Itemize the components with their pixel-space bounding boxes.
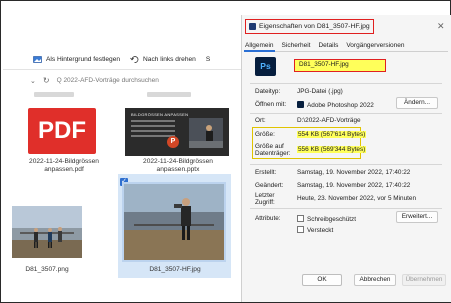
toolbar-divider	[3, 69, 241, 70]
partial-thumbnail	[34, 92, 74, 97]
search-text: Q 2022-AFD-Vorträge durchsuchen	[56, 77, 159, 84]
pptx-file-label[interactable]: 2022-11-24-Bildgrössen anpassen.pptx	[124, 158, 232, 174]
checkbox-icon[interactable]	[297, 215, 304, 222]
tab-vorgaengerversionen[interactable]: Vorgängerversionen	[345, 41, 405, 52]
oeffnen-app-name: Adobe Photoshop 2022	[307, 102, 374, 109]
groesse-auf-label: Größe auf Datenträger:	[255, 143, 291, 157]
toolbar-overflow-label: S	[205, 55, 211, 63]
jpg-thumbnail[interactable]	[122, 182, 226, 262]
geaendert-label: Geändert:	[255, 182, 284, 189]
powerpoint-logo-icon: P	[167, 136, 179, 148]
apply-button[interactable]: Übernehmen	[402, 274, 446, 286]
rotate-left-button[interactable]: Nach links drehen	[130, 56, 196, 63]
jpg-file-label[interactable]: D81_3507-HF.jpg	[122, 266, 228, 274]
groesse-value: 554 KB (567'614 Bytes)	[297, 131, 367, 138]
pdf-file-label[interactable]: 2022-11-24-Bildgrössen anpassen.pdf	[16, 158, 112, 174]
zugriff-value: Heute, 23. November 2022, vor 5 Minuten	[297, 195, 417, 202]
pptx-thumb-title: BILDGRÖSSEN ANPASSEN	[131, 112, 189, 117]
photoshop-small-icon	[297, 101, 304, 108]
ort-label: Ort:	[255, 117, 266, 124]
groesse-value-text: 554 KB (567'614 Bytes)	[297, 131, 367, 138]
cancel-button[interactable]: Abbrechen	[354, 274, 396, 286]
attribute-label: Attribute:	[255, 215, 281, 222]
wallpaper-icon	[33, 55, 42, 63]
tab-sicherheit[interactable]: Sicherheit	[281, 41, 312, 52]
pdf-thumbnail[interactable]: PDF	[28, 108, 96, 154]
file-name-line: D81_3507-HF.jpg	[149, 266, 201, 273]
pdf-thumb-text: PDF	[38, 117, 86, 144]
groesse-auf-value: 556 KB (569'344 Bytes)	[297, 146, 367, 153]
partial-thumbnail	[147, 92, 191, 97]
erstellt-value: Samstag, 19. November 2022, 17:40:22	[297, 169, 411, 176]
dialog-title-text: Eigenschaften von D81_3507-HF.jpg	[259, 23, 370, 30]
hidden-checkbox[interactable]: Versteckt	[297, 226, 333, 234]
close-icon[interactable]: ✕	[437, 21, 445, 32]
filename-field[interactable]: D81_3507-HF.jpg	[294, 59, 386, 72]
refresh-icon[interactable]: ↻	[43, 76, 50, 85]
tab-details[interactable]: Details	[317, 41, 339, 52]
rotate-left-icon	[130, 55, 139, 63]
divider	[250, 83, 442, 84]
file-name-line: anpassen.pptx	[156, 166, 200, 173]
groesse-label: Größe:	[255, 131, 275, 138]
zugriff-label-line2: Zugriff:	[255, 199, 275, 206]
groesse-auf-label-line2: Datenträger:	[255, 150, 291, 157]
png-thumbnail[interactable]	[12, 206, 82, 258]
file-name-line: anpassen.pdf	[44, 166, 84, 173]
explorer-toolbar: Als Hintergrund festlegen Nach links dre…	[3, 52, 239, 66]
oeffnen-label: Öffnen mit:	[255, 101, 287, 108]
readonly-label: Schreibgeschützt	[307, 216, 357, 223]
address-row: ⌄ ↻ Q 2022-AFD-Vorträge durchsuchen	[30, 76, 159, 85]
checkbox-icon[interactable]	[297, 226, 304, 233]
search-box[interactable]: Q 2022-AFD-Vorträge durchsuchen	[57, 77, 159, 84]
erstellt-label: Erstellt:	[255, 169, 277, 176]
photoshop-icon: Ps	[255, 57, 276, 76]
rotate-left-label: Nach links drehen	[143, 55, 196, 63]
groesse-auf-label-line1: Größe auf	[255, 143, 284, 150]
divider	[250, 164, 442, 165]
jpg-file-icon	[249, 23, 256, 30]
toolbar-overflow-item[interactable]: S	[206, 56, 210, 63]
readonly-checkbox[interactable]: Schreibgeschützt	[297, 215, 356, 223]
dialog-title: Eigenschaften von D81_3507-HF.jpg	[245, 19, 374, 34]
hidden-label: Versteckt	[307, 227, 334, 234]
advanced-button[interactable]: Erweitert...	[396, 211, 438, 223]
tab-allgemein[interactable]: Allgemein	[244, 41, 275, 52]
groesse-auf-value-text: 556 KB (569'344 Bytes)	[297, 146, 367, 153]
set-background-button[interactable]: Als Hintergrund festlegen	[33, 56, 120, 63]
ok-button[interactable]: OK	[302, 274, 342, 286]
dateityp-label: Dateityp:	[255, 88, 281, 95]
divider	[250, 208, 442, 209]
pptx-thumbnail[interactable]: BILDGRÖSSEN ANPASSEN P	[125, 108, 229, 156]
change-app-button[interactable]: Ändern...	[396, 97, 438, 109]
pptx-thumb-image	[189, 118, 223, 148]
ort-value: D:\2022-AFD-Vorträge	[297, 117, 361, 124]
file-name-line: D81_3507.png	[25, 266, 69, 273]
divider	[250, 113, 442, 114]
dialog-tabs: Allgemein Sicherheit Details Vorgängerve…	[244, 41, 448, 52]
dateityp-value: JPG-Datei (.jpg)	[297, 88, 343, 95]
geaendert-value: Samstag, 19. November 2022, 17:40:22	[297, 182, 411, 189]
png-file-label[interactable]: D81_3507.png	[12, 266, 82, 274]
zugriff-label-line1: Letzter	[255, 192, 275, 199]
set-background-label: Als Hintergrund festlegen	[46, 55, 121, 63]
oeffnen-value: Adobe Photoshop 2022	[297, 101, 374, 109]
zugriff-label: Letzter Zugriff:	[255, 192, 275, 206]
file-name-line: 2022-11-24-Bildgrössen	[29, 158, 99, 165]
chevron-down-icon[interactable]: ⌄	[30, 77, 36, 85]
file-name-line: 2022-11-24-Bildgrössen	[143, 158, 213, 165]
